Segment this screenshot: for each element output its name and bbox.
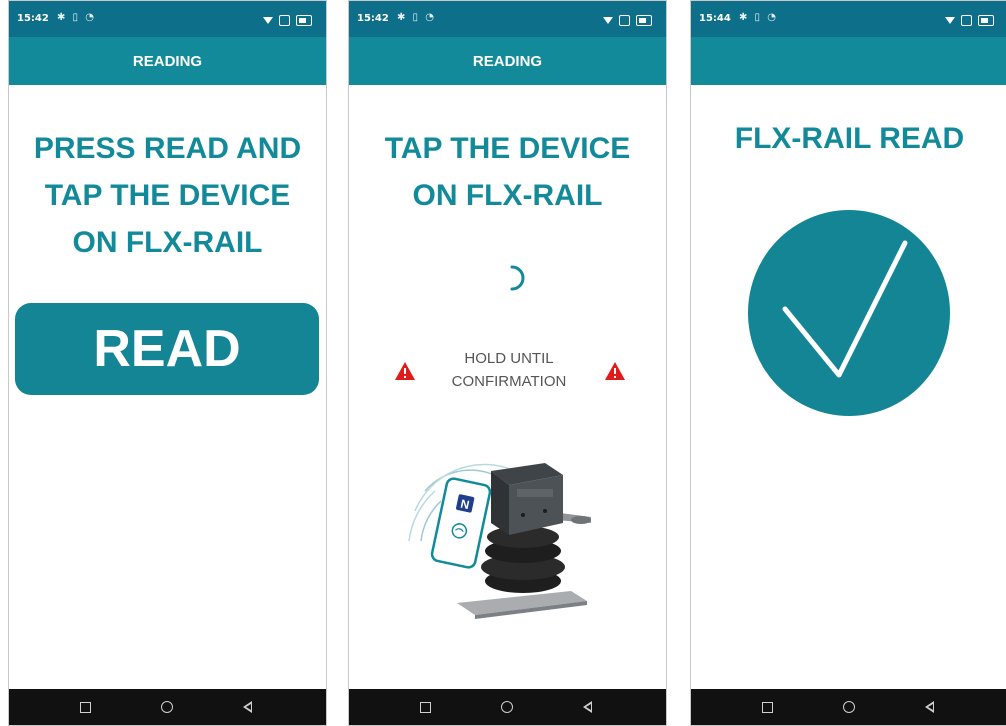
app-bar-title: READING xyxy=(349,37,666,85)
screen-press-read: 15:42 ✱ ▯ ◔ READING PRESS READ AND TAP T… xyxy=(8,0,327,726)
status-system-icons xyxy=(603,11,652,29)
instruction-headline: PRESS READ AND TAP THE DEVICE ON FLX-RAI… xyxy=(15,125,320,266)
status-system-icons xyxy=(263,11,312,29)
headline-line: TAP THE DEVICE xyxy=(44,179,291,212)
headline-line: TAP THE DEVICE xyxy=(384,132,631,165)
back-button[interactable] xyxy=(567,689,607,725)
navigation-bar xyxy=(349,689,666,725)
status-bar: 15:42 ✱ ▯ ◔ xyxy=(349,1,666,37)
nfc-icon xyxy=(961,14,972,26)
success-checkmark-icon xyxy=(748,210,950,416)
read-button[interactable]: READ xyxy=(15,303,319,395)
nfc-icon xyxy=(279,14,290,26)
square-icon xyxy=(761,701,773,713)
headline-line: ON FLX-RAIL xyxy=(412,179,603,212)
nfc-icon xyxy=(619,14,630,26)
back-triangle-icon xyxy=(582,701,592,713)
square-icon xyxy=(419,701,431,713)
status-system-icons xyxy=(945,11,994,29)
status-bar: 15:44 ✱ ▯ ◔ xyxy=(691,1,1006,37)
hold-text-line: CONFIRMATION xyxy=(451,373,567,390)
square-icon xyxy=(79,701,91,713)
headline-line: ON FLX-RAIL xyxy=(72,226,263,259)
recent-apps-button[interactable] xyxy=(747,689,787,725)
screen-tap-device: 15:42 ✱ ▯ ◔ READING TAP THE DEVICE ON FL… xyxy=(348,0,667,726)
success-headline: FLX-RAIL READ xyxy=(697,115,1002,162)
wifi-icon xyxy=(603,17,613,29)
app-bar-title: READING xyxy=(9,37,326,85)
status-time: 15:42 xyxy=(17,13,49,24)
battery-icon xyxy=(296,14,312,26)
back-button[interactable] xyxy=(227,689,267,725)
wifi-icon xyxy=(263,17,273,29)
recent-apps-button[interactable] xyxy=(65,689,105,725)
circle-icon xyxy=(161,701,173,713)
battery-icon xyxy=(978,14,994,26)
back-triangle-icon xyxy=(924,701,934,713)
home-button[interactable] xyxy=(829,689,869,725)
status-bar: 15:42 ✱ ▯ ◔ xyxy=(9,1,326,37)
battery-icon xyxy=(636,14,652,26)
home-button[interactable] xyxy=(147,689,187,725)
app-bar-title xyxy=(691,37,1006,85)
instruction-headline: TAP THE DEVICE ON FLX-RAIL xyxy=(355,125,660,219)
recent-apps-button[interactable] xyxy=(405,689,445,725)
status-notification-icons: ✱ ▯ ◔ xyxy=(739,12,778,23)
wifi-icon xyxy=(945,17,955,29)
loading-spinner-icon xyxy=(510,265,525,291)
circle-icon xyxy=(501,701,513,713)
hold-until-confirmation-text: HOLD UNTIL CONFIRMATION xyxy=(419,347,599,393)
screen-read-success: 15:44 ✱ ▯ ◔ FLX-RAIL READ xyxy=(690,0,1006,726)
headline-line: FLX-RAIL READ xyxy=(734,122,965,155)
warning-triangle-icon xyxy=(605,362,625,380)
status-time: 15:42 xyxy=(357,13,389,24)
status-time: 15:44 xyxy=(699,13,731,24)
status-notification-icons: ✱ ▯ ◔ xyxy=(397,12,436,23)
circle-icon xyxy=(843,701,855,713)
nfc-device-illustration: N xyxy=(408,463,591,619)
navigation-bar xyxy=(9,689,326,725)
status-notification-icons: ✱ ▯ ◔ xyxy=(57,12,96,23)
hold-text-line: HOLD UNTIL xyxy=(464,350,554,367)
back-triangle-icon xyxy=(242,701,252,713)
home-button[interactable] xyxy=(487,689,527,725)
warning-triangle-icon xyxy=(395,362,415,380)
headline-line: PRESS READ AND xyxy=(33,132,302,165)
navigation-bar xyxy=(691,689,1006,725)
back-button[interactable] xyxy=(909,689,949,725)
